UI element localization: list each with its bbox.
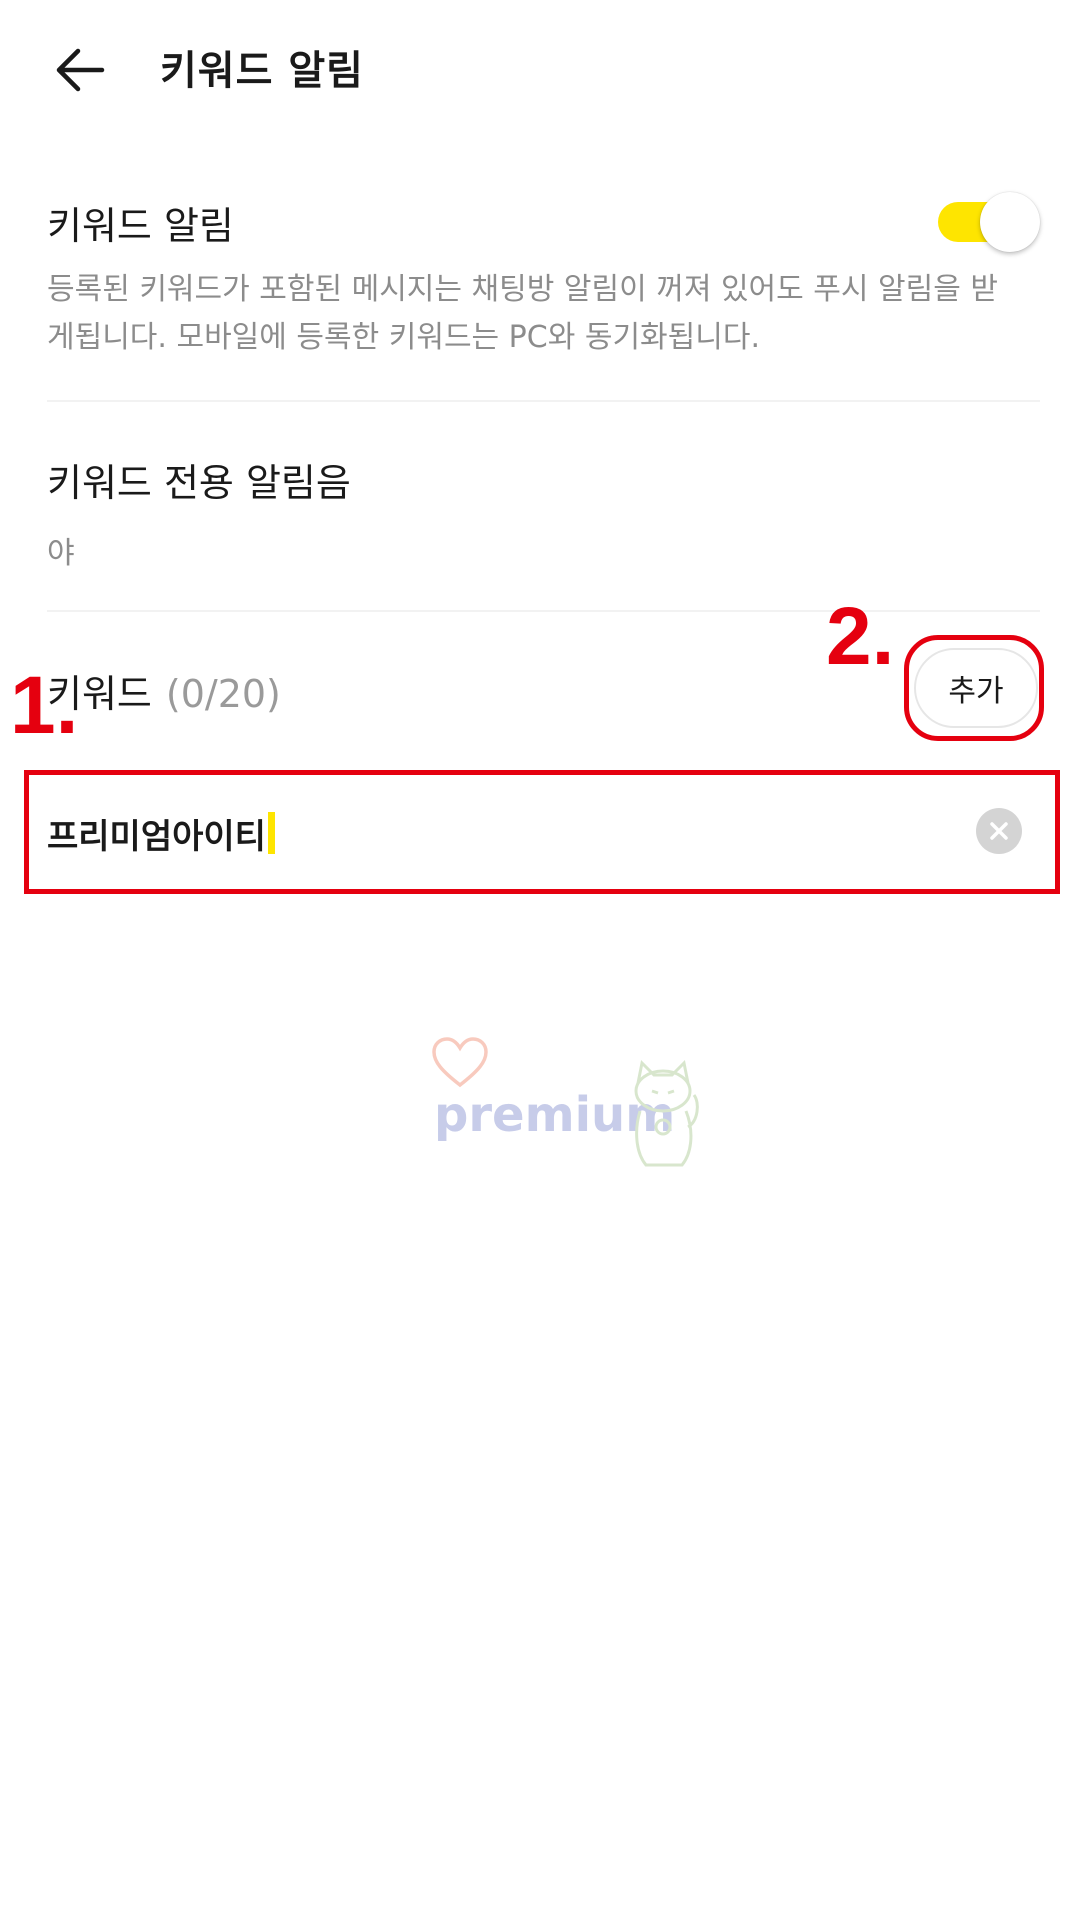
watermark: premium <box>430 1035 710 1185</box>
keyword-sound-title[interactable]: 키워드 전용 알림음 <box>47 452 351 507</box>
heart-icon <box>432 1037 488 1088</box>
keyword-sound-value: 야 <box>47 536 75 571</box>
keyword-alert-description: 등록된 키워드가 포함된 메시지는 채팅방 알림이 꺼져 있어도 푸시 알림을 … <box>47 272 998 355</box>
keyword-alert-title: 키워드 알림 <box>47 204 234 248</box>
page-title: 키워드 알림 <box>160 48 364 94</box>
cat-icon <box>634 1059 699 1167</box>
keyword-input-row: 프리미엄아이티 <box>30 778 1050 888</box>
text-cursor <box>267 812 275 854</box>
divider <box>47 400 1040 402</box>
clear-input-button[interactable] <box>976 808 1022 854</box>
header: 키워드 알림 <box>0 0 1080 140</box>
close-icon <box>990 822 1008 840</box>
keyword-alert-toggle[interactable] <box>936 190 1042 254</box>
add-keyword-button[interactable]: 추가 <box>914 648 1038 728</box>
toggle-knob <box>980 192 1040 252</box>
annotation-step1-label: 1. <box>10 660 79 751</box>
keyword-alert-settings-page: 키워드 알림 키워드 알림 등록된 키워드가 포함된 메시지는 채팅방 알림이 … <box>0 0 1080 1920</box>
annotation-step2-label: 2. <box>826 591 895 682</box>
keywords-count: (0/20) <box>165 672 281 716</box>
keywords-header: 키워드 (0/20) <box>47 663 281 718</box>
keyword-input[interactable]: 프리미엄아이티 <box>47 800 967 866</box>
keyword-input-value: 프리미엄아이티 <box>47 816 266 857</box>
arrow-left-icon <box>56 48 105 92</box>
back-button[interactable] <box>40 30 120 110</box>
